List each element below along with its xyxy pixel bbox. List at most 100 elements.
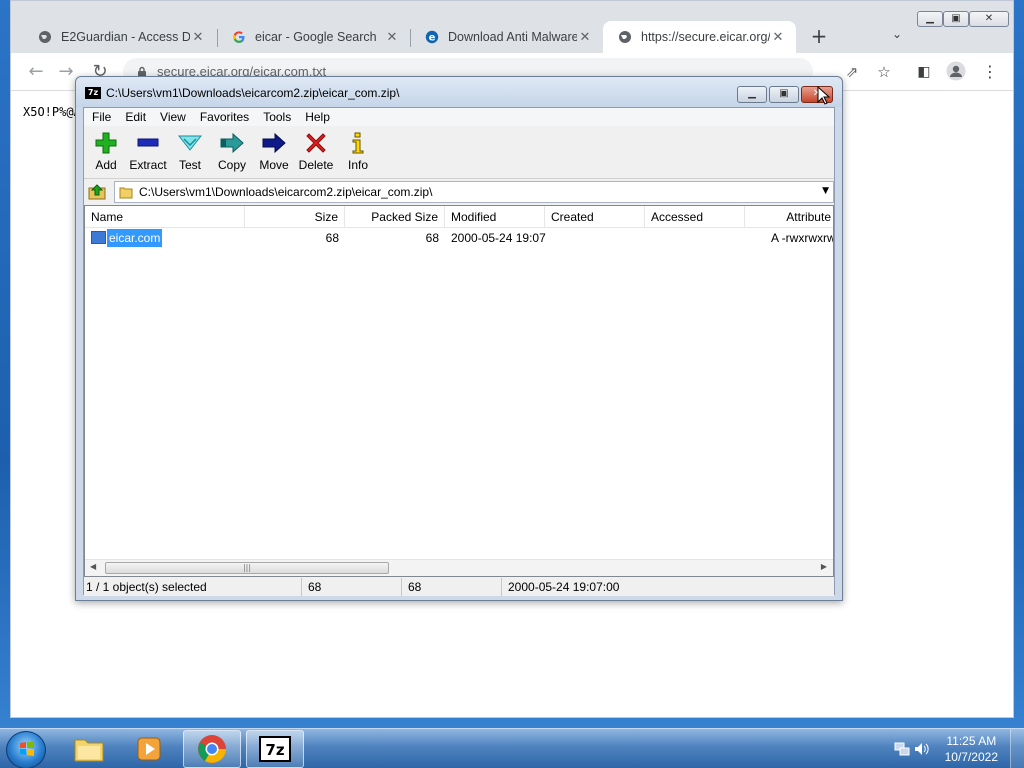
status-selected: 1 / 1 object(s) selected (84, 578, 302, 596)
copy-label: Copy (217, 158, 246, 172)
close-icon[interactable]: ✕ (190, 29, 206, 45)
mouse-cursor-icon (817, 86, 831, 105)
extract-button[interactable]: Extract (126, 131, 170, 172)
table-row[interactable]: eicar.com 68 68 2000-05-24 19:07 A -rwxr… (85, 228, 833, 248)
star-icon[interactable]: ☆ (873, 61, 895, 83)
tab-strip: E2Guardian - Access De ✕ eicar - Google … (11, 1, 1013, 53)
tab-label: Download Anti Malware (448, 30, 577, 44)
tab-google-search[interactable]: eicar - Google Search ✕ (217, 21, 410, 53)
close-button[interactable]: ✕ (969, 11, 1009, 27)
menu-favorites[interactable]: Favorites (200, 110, 249, 124)
file-packed-size: 68 (425, 231, 439, 245)
column-name[interactable]: Name (85, 206, 245, 228)
scroll-thumb[interactable]: ||| (105, 562, 389, 574)
add-label: Add (95, 158, 117, 172)
test-button[interactable]: Test (168, 131, 212, 172)
test-label: Test (178, 158, 201, 172)
move-label: Move (259, 158, 289, 172)
path-combobox[interactable]: C:\Users\vm1\Downloads\eicarcom2.zip\eic… (114, 181, 834, 203)
7zip-app-icon: 7z (85, 87, 101, 99)
info-icon (336, 131, 380, 155)
column-modified[interactable]: Modified (445, 206, 545, 228)
taskbar-chrome[interactable] (183, 730, 241, 768)
globe-icon (37, 29, 53, 45)
clock[interactable]: 11:25 AM 10/7/2022 (945, 733, 998, 765)
side-panel-icon[interactable]: ◧ (913, 61, 935, 83)
delete-x-icon (294, 131, 338, 155)
forward-icon[interactable]: → (55, 61, 77, 83)
menu-edit[interactable]: Edit (125, 110, 146, 124)
clock-date: 10/7/2022 (944, 750, 998, 764)
folder-icon (119, 185, 133, 199)
file-created (545, 228, 645, 248)
extract-label: Extract (129, 158, 167, 172)
network-icon[interactable] (894, 742, 910, 756)
folder-icon (74, 739, 104, 762)
7zip-window: 7z C:\Users\vm1\Downloads\eicarcom2.zip\… (75, 76, 843, 601)
taskbar: 7z 11:25 AM 10/7/2022 (0, 728, 1024, 768)
info-button[interactable]: Info (336, 131, 380, 172)
delete-button[interactable]: Delete (294, 131, 338, 172)
list-header: Name Size Packed Size Modified Created A… (85, 206, 833, 228)
taskbar-explorer[interactable] (60, 730, 118, 768)
menu-file[interactable]: File (92, 110, 111, 124)
tab-secure-eicar[interactable]: https://secure.eicar.org/ ✕ (603, 21, 796, 53)
close-icon[interactable]: ✕ (384, 29, 400, 45)
show-desktop-button[interactable] (1010, 729, 1024, 768)
volume-icon[interactable] (914, 741, 930, 757)
chevron-down-icon[interactable]: ▼ (822, 186, 829, 196)
copy-button[interactable]: Copy (210, 131, 254, 172)
file-size: 68 (325, 231, 339, 245)
scroll-right-icon[interactable]: ▶ (821, 562, 827, 571)
tab-e2guardian[interactable]: E2Guardian - Access De ✕ (23, 21, 216, 53)
menu-dots-icon[interactable]: ⋮ (979, 61, 1001, 83)
share-icon[interactable]: ⇗ (841, 61, 863, 83)
new-tab-button[interactable]: + (807, 25, 831, 49)
status-bar: 1 / 1 object(s) selected 68 68 2000-05-2… (84, 578, 834, 596)
window-title: C:\Users\vm1\Downloads\eicarcom2.zip\eic… (106, 86, 400, 100)
menu-tools[interactable]: Tools (263, 110, 291, 124)
maximize-button[interactable]: ▣ (943, 11, 969, 27)
plus-icon (84, 131, 128, 155)
title-bar[interactable]: 7z C:\Users\vm1\Downloads\eicarcom2.zip\… (76, 77, 842, 107)
minimize-button[interactable]: ▁ (917, 11, 943, 27)
tab-label: https://secure.eicar.org/ (641, 30, 770, 44)
7zip-client-area: File Edit View Favorites Tools Help Add … (83, 107, 835, 596)
minimize-button[interactable]: ▁ (737, 86, 767, 103)
tab-label: E2Guardian - Access De (61, 30, 190, 44)
chevron-down-icon[interactable]: ⌄ (887, 27, 907, 47)
tab-label: eicar - Google Search (255, 30, 377, 44)
media-player-icon (137, 737, 161, 761)
maximize-button[interactable]: ▣ (769, 86, 799, 103)
toolbar: Add Extract Test Copy Move Delete Info (84, 127, 834, 179)
column-accessed[interactable]: Accessed (645, 206, 745, 228)
close-icon[interactable]: ✕ (577, 29, 593, 45)
back-icon[interactable]: ← (25, 61, 47, 83)
profile-avatar[interactable] (945, 61, 967, 83)
file-modified: 2000-05-24 19:07 (451, 231, 546, 245)
column-packed-size[interactable]: Packed Size (345, 206, 445, 228)
column-created[interactable]: Created (545, 206, 645, 228)
delete-label: Delete (298, 158, 334, 172)
taskbar-media-player[interactable] (120, 730, 178, 768)
page-content-text: X5O!P%@A (23, 105, 81, 119)
path-text: C:\Users\vm1\Downloads\eicarcom2.zip\eic… (139, 185, 433, 199)
taskbar-7zip[interactable]: 7z (246, 730, 304, 768)
menu-help[interactable]: Help (305, 110, 330, 124)
scroll-left-icon[interactable]: ◀ (90, 562, 96, 571)
move-button[interactable]: Move (252, 131, 296, 172)
column-size[interactable]: Size (245, 206, 345, 228)
globe-icon (617, 29, 633, 45)
column-attribute[interactable]: Attribute (745, 206, 833, 228)
folder-up-icon[interactable] (88, 183, 106, 201)
menu-view[interactable]: View (160, 110, 186, 124)
add-button[interactable]: Add (84, 131, 128, 172)
file-name[interactable]: eicar.com (107, 229, 163, 247)
close-icon[interactable]: ✕ (770, 29, 786, 45)
tab-download-anti-malware[interactable]: e Download Anti Malware ✕ (410, 21, 603, 53)
svg-text:7z: 7z (265, 741, 284, 759)
move-arrow-icon (252, 131, 296, 155)
horizontal-scrollbar[interactable]: ◀ ||| ▶ (85, 559, 833, 576)
windows-logo-icon (20, 742, 34, 756)
start-button[interactable] (6, 731, 46, 768)
